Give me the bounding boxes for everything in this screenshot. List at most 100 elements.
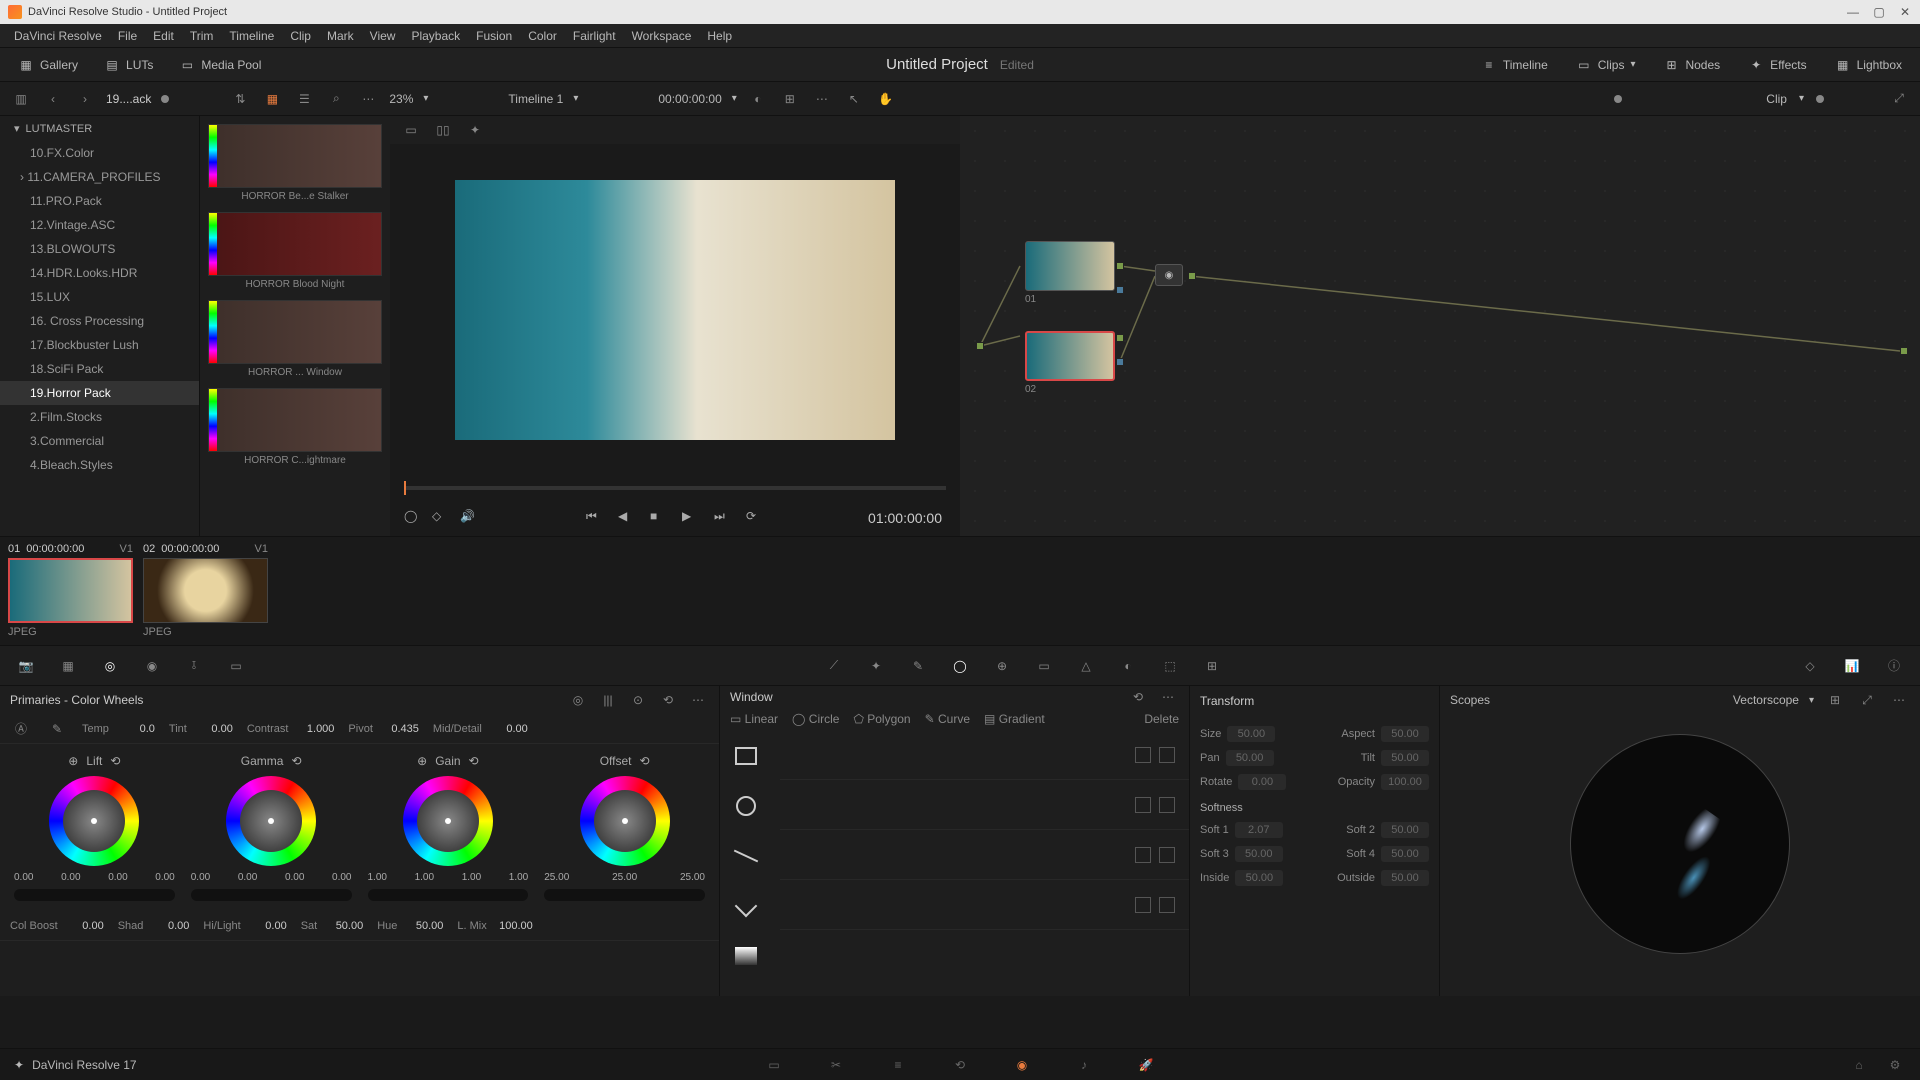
blur-icon[interactable]: ◐: [1116, 654, 1140, 678]
panel-layout-icon[interactable]: ▥: [10, 88, 32, 110]
lut-tree-item[interactable]: 15.LUX: [0, 285, 199, 309]
magic-mask-icon[interactable]: ▭: [1032, 654, 1056, 678]
more-icon[interactable]: ⋯: [357, 88, 379, 110]
hue-value[interactable]: 50.00: [403, 920, 443, 932]
window-gradient-shape[interactable]: [728, 938, 764, 974]
image-wipe-icon[interactable]: ▭: [400, 119, 422, 141]
slider-dot[interactable]: [161, 95, 169, 103]
shape-curve[interactable]: ✎ Curve: [925, 712, 970, 726]
lut-tree-item[interactable]: 3.Commercial: [0, 429, 199, 453]
offset-wheel[interactable]: [580, 776, 670, 866]
step-back-icon[interactable]: ◀: [618, 509, 636, 527]
menu-item[interactable]: Fairlight: [565, 29, 624, 43]
invert-toggle[interactable]: [1159, 897, 1175, 913]
timeline-dropdown[interactable]: Timeline 1: [508, 92, 563, 106]
lut-tree-item[interactable]: 16. Cross Processing: [0, 309, 199, 333]
inside-value[interactable]: 50.00: [1235, 870, 1283, 886]
delete-button[interactable]: Delete: [1144, 712, 1179, 726]
color-wheels-icon[interactable]: ◎: [98, 654, 122, 678]
first-frame-icon[interactable]: ⏮: [586, 509, 604, 527]
auto-balance-icon[interactable]: Ⓐ: [10, 718, 32, 740]
node-alpha-port[interactable]: [1116, 286, 1124, 294]
list-view-icon[interactable]: ☰: [293, 88, 315, 110]
key-icon[interactable]: ⬚: [1158, 654, 1182, 678]
lut-tree-item[interactable]: › 11.CAMERA_PROFILES: [0, 165, 199, 189]
timeline-clip[interactable]: 0100:00:00:00V1JPEG: [8, 543, 133, 639]
hilight-value[interactable]: 0.00: [247, 920, 287, 932]
sizing-icon[interactable]: ⊞: [1200, 654, 1224, 678]
tracker-icon[interactable]: ⊕: [990, 654, 1014, 678]
menu-item[interactable]: View: [362, 29, 404, 43]
more-icon[interactable]: ⋯: [687, 689, 709, 711]
mask-toggle[interactable]: [1135, 847, 1151, 863]
playhead[interactable]: [404, 481, 406, 495]
shape-polygon[interactable]: ⬠ Polygon: [853, 712, 910, 726]
split-icon[interactable]: ⊞: [779, 88, 801, 110]
picker-icon[interactable]: ⊕: [68, 754, 78, 768]
pointer-icon[interactable]: ↖: [843, 88, 865, 110]
window-track-row[interactable]: [780, 730, 1189, 780]
clips-button[interactable]: ▭Clips▾: [1568, 53, 1644, 77]
temp-value[interactable]: 0.0: [115, 723, 155, 735]
search-icon[interactable]: ⌕: [325, 88, 347, 110]
timeline-clip[interactable]: 0200:00:00:00V1JPEG: [143, 543, 268, 639]
gamma-wheel[interactable]: [226, 776, 316, 866]
log-mode-icon[interactable]: ⊙: [627, 689, 649, 711]
tint-value[interactable]: 0.00: [193, 723, 233, 735]
window-line-shape[interactable]: [728, 838, 764, 874]
window-circle-shape[interactable]: [728, 788, 764, 824]
menu-item[interactable]: Timeline: [221, 29, 282, 43]
chevron-down-icon[interactable]: ▾: [1809, 695, 1814, 706]
mask-toggle[interactable]: [1135, 797, 1151, 813]
expand-icon[interactable]: ⤢: [1888, 88, 1910, 110]
nodes-button[interactable]: ⊞Nodes: [1655, 53, 1728, 77]
gain-master-slider[interactable]: [368, 889, 529, 901]
camera-raw-icon[interactable]: 📷: [14, 654, 38, 678]
scope-layout-icon[interactable]: ⊞: [1824, 689, 1846, 711]
lut-tree-item[interactable]: 19.Horror Pack: [0, 381, 199, 405]
lift-wheel[interactable]: [49, 776, 139, 866]
grid-view-icon[interactable]: ▦: [261, 88, 283, 110]
qualifier-icon[interactable]: ✎: [906, 654, 930, 678]
more-icon[interactable]: ⋯: [1157, 686, 1179, 708]
window-icon[interactable]: ◯: [948, 654, 972, 678]
size-value[interactable]: 50.00: [1227, 726, 1275, 742]
window-pen-shape[interactable]: [728, 888, 764, 924]
middetail-value[interactable]: 0.00: [488, 723, 528, 735]
cut-page-icon[interactable]: ✂: [825, 1054, 847, 1076]
nav-forward-icon[interactable]: ›: [74, 88, 96, 110]
lut-tree-item[interactable]: 2.Film.Stocks: [0, 405, 199, 429]
menu-item[interactable]: Color: [520, 29, 565, 43]
lut-tree-item[interactable]: 11.PRO.Pack: [0, 189, 199, 213]
menu-item[interactable]: Edit: [145, 29, 182, 43]
fusion-page-icon[interactable]: ⟲: [949, 1054, 971, 1076]
mixer-node[interactable]: ◉: [1155, 264, 1183, 286]
nav-back-icon[interactable]: ‹: [42, 88, 64, 110]
rotate-value[interactable]: 0.00: [1238, 774, 1286, 790]
invert-toggle[interactable]: [1159, 797, 1175, 813]
keyframe-icon[interactable]: ◇: [1798, 654, 1822, 678]
soft4-value[interactable]: 50.00: [1381, 846, 1429, 862]
home-icon[interactable]: ⌂: [1848, 1054, 1870, 1076]
node-output-port[interactable]: [1116, 334, 1124, 342]
shape-gradient[interactable]: ▤ Gradient: [984, 712, 1045, 726]
sort-icon[interactable]: ⇅: [229, 88, 251, 110]
reset-icon[interactable]: ⟲: [110, 754, 120, 768]
settings-icon[interactable]: ⚙: [1884, 1054, 1906, 1076]
lut-tree-item[interactable]: 4.Bleach.Styles: [0, 453, 199, 477]
invert-toggle[interactable]: [1159, 847, 1175, 863]
curves-icon[interactable]: ⟋: [822, 654, 846, 678]
menu-item[interactable]: Trim: [182, 29, 222, 43]
lut-thumbnail[interactable]: HORROR ... Window: [208, 300, 382, 378]
rgb-mixer-icon[interactable]: ⫱: [182, 654, 206, 678]
menu-item[interactable]: Playback: [403, 29, 468, 43]
viewer-scrubber[interactable]: [390, 476, 960, 500]
mask-toggle[interactable]: [1135, 747, 1151, 763]
color-node-01[interactable]: 01: [1025, 241, 1115, 305]
reset-icon[interactable]: ⟲: [639, 754, 649, 768]
stop-icon[interactable]: ■: [650, 509, 668, 527]
scopes-icon[interactable]: 📊: [1840, 654, 1864, 678]
effects-button[interactable]: ✦Effects: [1740, 53, 1814, 77]
mute-icon[interactable]: 🔊: [460, 509, 478, 527]
info-icon[interactable]: ⓘ: [1882, 654, 1906, 678]
